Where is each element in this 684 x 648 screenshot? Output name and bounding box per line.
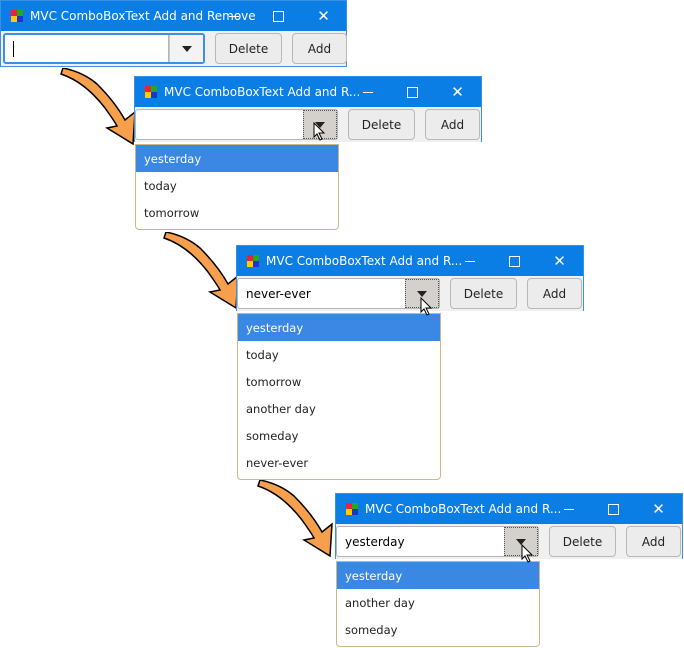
close-button[interactable]: ✕	[636, 494, 681, 524]
list-item[interactable]: never-ever	[238, 449, 440, 476]
combo-entry[interactable]	[5, 35, 169, 62]
orange-arrow-icon	[163, 232, 239, 310]
app-cube-icon	[10, 9, 24, 23]
list-item[interactable]: someday	[238, 422, 440, 449]
list-item[interactable]: today	[238, 341, 440, 368]
maximize-button[interactable]	[256, 1, 301, 31]
minimize-icon	[464, 260, 475, 262]
window-title: MVC ComboBoxText Add and R...	[164, 85, 361, 99]
app-cube-icon	[144, 85, 158, 99]
list-item[interactable]: tomorrow	[238, 368, 440, 395]
delete-button[interactable]: Delete	[450, 278, 517, 309]
minimize-button[interactable]	[345, 77, 390, 107]
combo-box[interactable]: never-ever	[237, 278, 440, 309]
app-cube-icon	[246, 254, 260, 268]
list-item[interactable]: tomorrow	[136, 199, 338, 226]
minimize-icon	[362, 91, 373, 93]
text-caret	[13, 40, 14, 57]
minimize-button[interactable]	[211, 1, 256, 31]
orange-arrow-icon	[257, 480, 333, 558]
delete-button[interactable]: Delete	[215, 33, 282, 64]
close-button[interactable]: ✕	[537, 246, 582, 276]
close-icon: ✕	[553, 251, 566, 270]
list-item[interactable]: yesterday	[136, 145, 338, 172]
list-item[interactable]: someday	[337, 616, 539, 643]
list-item[interactable]: another day	[337, 589, 539, 616]
combo-value: never-ever	[246, 286, 311, 301]
list-item[interactable]: today	[136, 172, 338, 199]
chevron-down-icon	[417, 290, 427, 297]
title-bar[interactable]: MVC ComboBoxText Add and R... ✕	[237, 246, 583, 276]
orange-arrow-icon	[60, 68, 136, 146]
window-4: MVC ComboBoxText Add and R... ✕ yesterda…	[335, 493, 683, 559]
add-button[interactable]: Add	[292, 33, 347, 64]
window-title: MVC ComboBoxText Add and R...	[266, 254, 463, 268]
minimize-button[interactable]	[447, 246, 492, 276]
combo-value: yesterday	[345, 534, 405, 549]
window-1: MVC ComboBoxText Add and Remove ✕ Delete…	[0, 0, 347, 67]
toolbar: Delete Add	[1, 31, 347, 66]
combo-box[interactable]	[3, 33, 205, 64]
toolbar: Delete Add	[135, 107, 481, 142]
close-icon: ✕	[317, 6, 330, 25]
combo-entry[interactable]: never-ever	[238, 279, 405, 308]
dropdown-list: yesterday today tomorrow another day som…	[237, 313, 441, 480]
chevron-down-icon	[181, 45, 192, 52]
maximize-icon	[509, 255, 520, 267]
mouse-cursor-icon	[521, 544, 534, 563]
combo-entry[interactable]: yesterday	[337, 527, 504, 556]
add-button[interactable]: Add	[527, 278, 582, 309]
close-button[interactable]: ✕	[435, 77, 480, 107]
app-cube-icon	[345, 502, 359, 516]
mouse-cursor-icon	[420, 297, 433, 316]
toolbar: never-ever Delete Add	[237, 276, 583, 311]
minimize-button[interactable]	[546, 494, 591, 524]
add-button[interactable]: Add	[626, 526, 681, 557]
combo-box[interactable]	[135, 109, 338, 140]
mouse-cursor-icon	[313, 122, 326, 141]
add-button[interactable]: Add	[425, 109, 480, 140]
dropdown-list: yesterday today tomorrow	[135, 144, 339, 230]
title-bar[interactable]: MVC ComboBoxText Add and R... ✕	[336, 494, 682, 524]
maximize-button[interactable]	[591, 494, 636, 524]
list-item[interactable]: yesterday	[337, 562, 539, 589]
title-bar[interactable]: MVC ComboBoxText Add and Remove ✕	[1, 1, 346, 31]
delete-button[interactable]: Delete	[549, 526, 616, 557]
minimize-icon	[228, 15, 239, 17]
combo-box[interactable]: yesterday	[336, 526, 539, 557]
maximize-icon	[273, 10, 284, 22]
maximize-button[interactable]	[390, 77, 435, 107]
close-button[interactable]: ✕	[301, 1, 346, 31]
dropdown-list: yesterday another day someday	[336, 561, 540, 647]
window-3: MVC ComboBoxText Add and R... ✕ never-ev…	[236, 245, 584, 311]
window-2: MVC ComboBoxText Add and R... ✕ Delete A…	[134, 76, 482, 142]
minimize-icon	[563, 508, 574, 510]
title-bar[interactable]: MVC ComboBoxText Add and R... ✕	[135, 77, 481, 107]
close-icon: ✕	[451, 82, 464, 101]
combo-dropdown-button[interactable]	[169, 35, 203, 62]
toolbar: yesterday Delete Add	[336, 524, 682, 559]
close-icon: ✕	[652, 499, 665, 518]
window-title: MVC ComboBoxText Add and R...	[365, 502, 562, 516]
delete-button[interactable]: Delete	[348, 109, 415, 140]
combo-entry[interactable]	[136, 110, 303, 139]
maximize-icon	[407, 86, 418, 98]
list-item[interactable]: yesterday	[238, 314, 440, 341]
list-item[interactable]: another day	[238, 395, 440, 422]
maximize-icon	[608, 503, 619, 515]
maximize-button[interactable]	[492, 246, 537, 276]
